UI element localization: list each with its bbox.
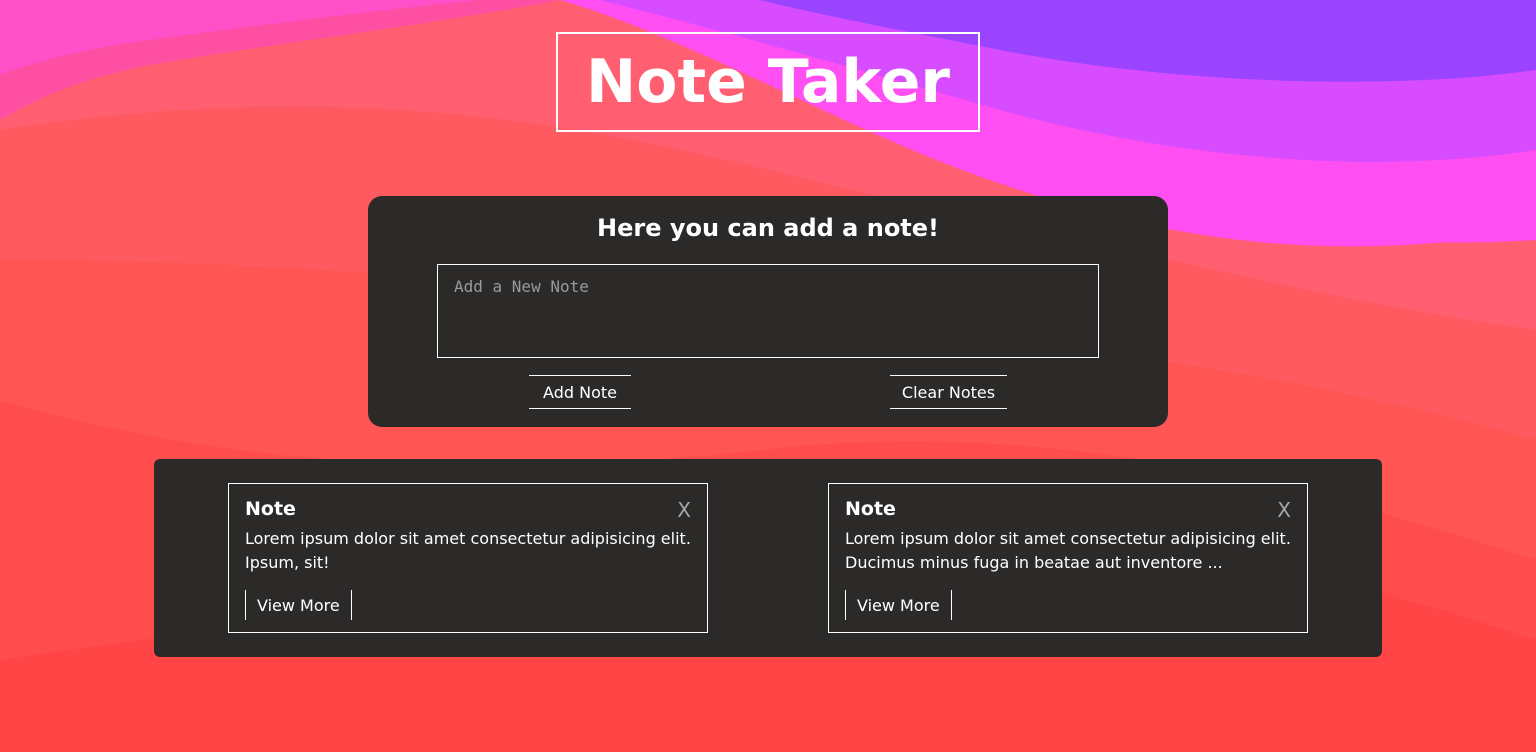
note-text-line: Lorem ipsum dolor sit amet consectetur a…	[845, 529, 1291, 548]
clear-notes-button[interactable]: Clear Notes	[890, 375, 1007, 409]
note-text: Lorem ipsum dolor sit amet consectetur a…	[245, 527, 695, 575]
note-text-line: Ducimus minus fuga in beatae aut invento…	[845, 553, 1223, 572]
note-text-line: Lorem ipsum dolor sit amet consectetur a…	[245, 529, 691, 548]
add-note-button[interactable]: Add Note	[529, 375, 631, 409]
notes-list-panel: Note X Lorem ipsum dolor sit amet consec…	[154, 459, 1382, 657]
close-icon[interactable]: X	[1277, 498, 1291, 522]
page: Note Taker Here you can add a note! Add …	[0, 0, 1536, 752]
close-icon[interactable]: X	[677, 498, 691, 522]
note-text-line: Ipsum, sit!	[245, 553, 330, 572]
add-note-heading: Here you can add a note!	[597, 214, 939, 242]
app-title: Note Taker	[586, 47, 950, 117]
view-more-button[interactable]: View More	[245, 590, 352, 620]
app-title-box: Note Taker	[556, 32, 980, 132]
note-title: Note	[845, 498, 896, 520]
note-title: Note	[245, 498, 296, 520]
note-card: Note X Lorem ipsum dolor sit amet consec…	[828, 483, 1308, 633]
new-note-input[interactable]	[437, 264, 1099, 358]
add-note-panel: Here you can add a note! Add Note Clear …	[368, 196, 1168, 427]
note-card: Note X Lorem ipsum dolor sit amet consec…	[228, 483, 708, 633]
note-text: Lorem ipsum dolor sit amet consectetur a…	[845, 527, 1295, 575]
view-more-button[interactable]: View More	[845, 590, 952, 620]
